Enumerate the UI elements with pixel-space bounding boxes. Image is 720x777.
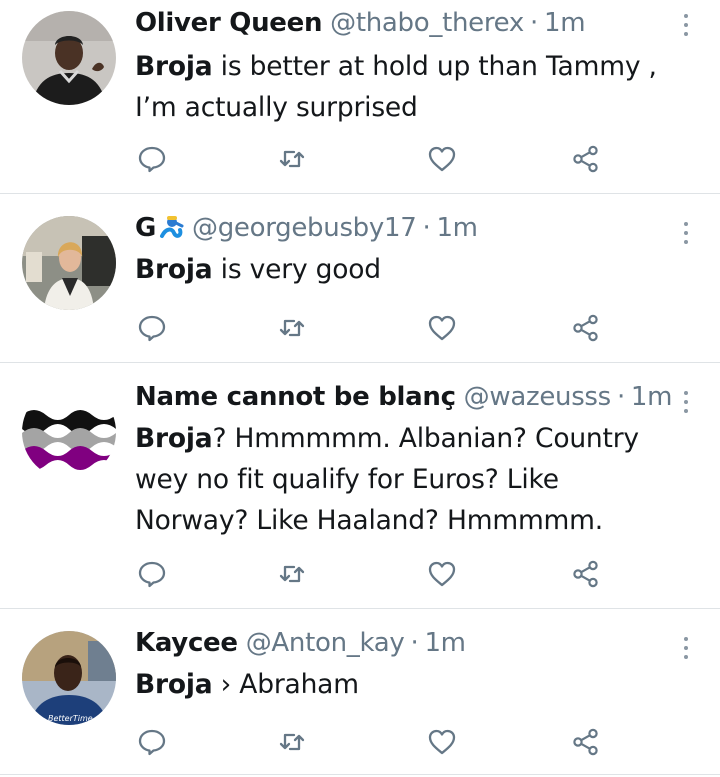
timestamp[interactable]: 1m — [436, 213, 478, 243]
tweet-text: Broja › Abraham — [135, 664, 680, 705]
tweet-text-rest: is very good — [212, 254, 381, 285]
tweet-header: G @georgebusby17 · 1m — [135, 211, 680, 245]
avatar[interactable] — [22, 385, 116, 479]
tweet-body: G @georgebusby17 · 1m Broja is very good — [135, 211, 680, 290]
avatar[interactable] — [22, 216, 116, 310]
reply-icon[interactable] — [137, 559, 167, 589]
timestamp[interactable]: 1m — [631, 382, 673, 412]
share-icon[interactable] — [571, 144, 601, 174]
avatar[interactable]: BetterTime — [22, 631, 116, 725]
share-icon[interactable] — [571, 727, 601, 757]
tweet-text: Broja? Hmmmmm. Albanian? Country wey no … — [135, 418, 680, 541]
retweet-icon[interactable] — [277, 559, 307, 589]
retweet-icon[interactable] — [277, 144, 307, 174]
tweet-actions — [135, 559, 605, 589]
heart-icon[interactable] — [427, 313, 457, 343]
tweet-text-bold: Broja — [135, 423, 213, 454]
genie-emoji-icon — [160, 216, 184, 238]
more-vertical-icon[interactable] — [682, 637, 690, 659]
tweet[interactable]: Name cannot be blanç @wazeusss · 1m Broja?… — [0, 363, 720, 609]
tweet-text-bold: Broja — [135, 254, 213, 285]
heart-icon[interactable] — [427, 559, 457, 589]
tweet-body: Oliver Queen @thabo_therex · 1m Broja is b… — [135, 6, 680, 128]
more-vertical-icon[interactable] — [682, 14, 690, 36]
tweet-text: Broja is very good — [135, 249, 680, 290]
separator: · — [530, 8, 538, 38]
tweet-text-rest: › Abraham — [212, 669, 359, 700]
separator: · — [410, 628, 419, 658]
user-handle[interactable]: @georgebusby17 — [192, 213, 417, 243]
separator: · — [422, 213, 431, 243]
tweet-text-bold: Broja — [135, 51, 213, 82]
tweet-text-bold: Broja — [135, 669, 213, 700]
reply-icon[interactable] — [137, 727, 167, 757]
retweet-icon[interactable] — [277, 313, 307, 343]
retweet-icon[interactable] — [277, 727, 307, 757]
tweet-header: Oliver Queen @thabo_therex · 1m — [135, 6, 680, 40]
more-vertical-icon[interactable] — [682, 222, 690, 244]
tweet-text: Broja is better at hold up than Tammy , … — [135, 46, 680, 128]
more-vertical-icon[interactable] — [682, 391, 690, 413]
tweet-body: Kaycee @Anton_kay · 1m Broja › Abraham — [135, 626, 680, 705]
display-name[interactable]: G — [135, 213, 156, 243]
display-name[interactable]: Oliver Queen — [135, 8, 322, 38]
tweet[interactable]: BetterTime Kaycee @Anton_kay · 1m Broja › … — [0, 609, 720, 775]
separator: · — [616, 382, 625, 412]
tweet[interactable]: G @georgebusby17 · 1m Broja is very good — [0, 194, 720, 363]
tweet-feed: Oliver Queen @thabo_therex · 1m Broja is b… — [0, 0, 720, 775]
tweet-header: Kaycee @Anton_kay · 1m — [135, 626, 680, 660]
tweet-body: Name cannot be blanç @wazeusss · 1m Broja?… — [135, 380, 680, 541]
tweet-actions — [135, 727, 605, 757]
share-icon[interactable] — [571, 559, 601, 589]
tweet-text-rest: is better at hold up than Tammy , I’m ac… — [135, 51, 657, 123]
heart-icon[interactable] — [427, 144, 457, 174]
tweet-actions — [135, 313, 605, 343]
tweet-actions — [135, 144, 605, 174]
display-name[interactable]: Name cannot be blanç — [135, 382, 456, 412]
reply-icon[interactable] — [137, 144, 167, 174]
svg-text:BetterTime: BetterTime — [48, 714, 93, 723]
timestamp[interactable]: 1m — [424, 628, 466, 658]
timestamp[interactable]: 1m — [544, 8, 586, 38]
user-handle[interactable]: @Anton_kay — [246, 628, 405, 658]
heart-icon[interactable] — [427, 727, 457, 757]
tweet-header: Name cannot be blanç @wazeusss · 1m — [135, 380, 680, 414]
share-icon[interactable] — [571, 313, 601, 343]
reply-icon[interactable] — [137, 313, 167, 343]
user-handle[interactable]: @thabo_therex — [330, 8, 524, 38]
avatar[interactable] — [22, 11, 116, 105]
display-name[interactable]: Kaycee — [135, 628, 238, 658]
tweet[interactable]: Oliver Queen @thabo_therex · 1m Broja is b… — [0, 0, 720, 194]
user-handle[interactable]: @wazeusss — [464, 382, 612, 412]
